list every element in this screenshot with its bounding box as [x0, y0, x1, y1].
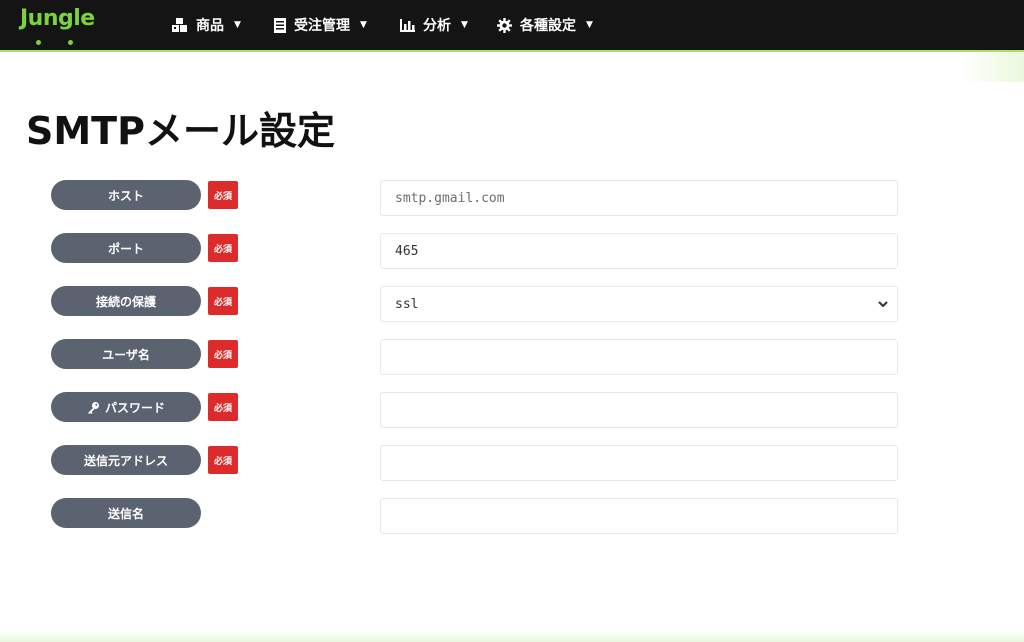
port-label-text: ポート — [107, 241, 144, 256]
security-label: 接続の保護 — [51, 286, 201, 316]
port-label: ポート — [51, 233, 201, 263]
nav-item-label: 分析 — [423, 18, 451, 34]
caret-down-icon: ▼ — [461, 20, 468, 30]
from-address-label-text: 送信元アドレス — [83, 453, 168, 468]
password-field — [380, 392, 898, 428]
host-label-text: ホスト — [107, 188, 144, 203]
required-badge: 必須 — [208, 340, 238, 368]
security-selected-value: ssl — [395, 296, 419, 312]
password-label-text: パスワード — [104, 400, 165, 415]
password-input[interactable] — [395, 402, 883, 418]
nav-item-products[interactable]: 商品 ▼ — [172, 0, 241, 50]
decorative-glow — [0, 630, 1024, 642]
nav-item-analytics[interactable]: 分析 ▼ — [400, 0, 468, 50]
nav-item-orders[interactable]: 受注管理 ▼ — [274, 0, 367, 50]
key-icon — [87, 401, 100, 414]
required-badge: 必須 — [208, 234, 238, 262]
required-badge: 必須 — [208, 181, 238, 209]
security-select[interactable]: ssl — [380, 286, 898, 322]
boxes-icon — [172, 18, 188, 32]
document-icon — [274, 17, 286, 33]
logo-cart-wheel — [68, 40, 73, 45]
from-address-label: 送信元アドレス — [51, 445, 201, 475]
caret-down-icon: ▼ — [586, 20, 593, 30]
decorative-glow — [960, 52, 1024, 82]
required-badge: 必須 — [208, 393, 238, 421]
brand-logo[interactable]: Jungle — [20, 6, 95, 45]
from-name-input[interactable] — [395, 508, 883, 524]
username-label: ユーザ名 — [51, 339, 201, 369]
logo-cart-wheel — [36, 40, 41, 45]
caret-down-icon: ▼ — [234, 20, 241, 30]
from-address-field — [380, 445, 898, 481]
nav-item-label: 各種設定 — [520, 18, 576, 34]
port-input[interactable] — [395, 243, 883, 259]
page-title: SMTPメール設定 — [26, 109, 335, 153]
password-label: パスワード — [51, 392, 201, 422]
port-field — [380, 233, 898, 269]
gear-icon — [497, 17, 512, 33]
bar-chart-icon — [400, 18, 415, 32]
username-label-text: ユーザ名 — [102, 347, 150, 362]
username-input[interactable] — [395, 349, 883, 365]
host-label: ホスト — [51, 180, 201, 210]
security-label-text: 接続の保護 — [95, 294, 156, 309]
required-badge: 必須 — [208, 446, 238, 474]
from-name-label: 送信名 — [51, 498, 201, 528]
nav-item-label: 受注管理 — [294, 18, 350, 34]
chevron-down-icon — [877, 297, 889, 315]
required-badge: 必須 — [208, 287, 238, 315]
nav-item-settings[interactable]: 各種設定 ▼ — [497, 0, 593, 50]
nav-item-label: 商品 — [196, 18, 224, 34]
brand-name: Jungle — [20, 6, 95, 31]
from-address-input[interactable] — [395, 455, 883, 471]
username-field — [380, 339, 898, 375]
from-name-label-text: 送信名 — [107, 506, 144, 521]
host-field — [380, 180, 898, 216]
host-input[interactable] — [395, 190, 883, 206]
from-name-field — [380, 498, 898, 534]
top-navbar: Jungle 商品 ▼ 受注管理 ▼ 分析 ▼ 各種設定 ▼ — [0, 0, 1024, 52]
caret-down-icon: ▼ — [360, 20, 367, 30]
